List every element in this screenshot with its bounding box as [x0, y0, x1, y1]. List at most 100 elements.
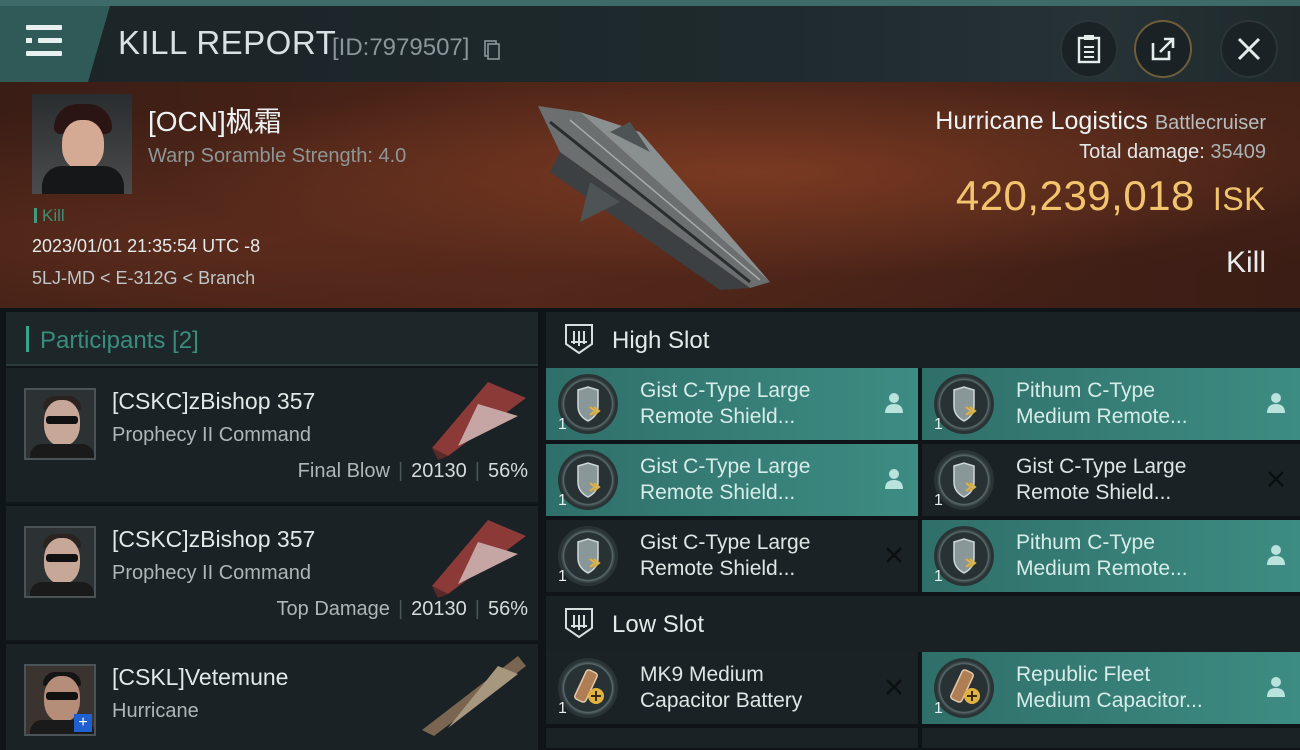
high-slot-title: High Slot [612, 327, 710, 354]
add-contact-icon[interactable]: + [74, 714, 92, 732]
high-slot-header: High Slot [546, 312, 1300, 368]
destroyed-x-icon [886, 679, 902, 695]
participant-role: Top Damage [276, 598, 390, 620]
participants-header[interactable]: Participants [2] [6, 312, 538, 366]
avatar[interactable] [24, 526, 96, 598]
participant-ship: Prophecy II Command [112, 424, 311, 446]
participant-name: [CSKC]zBishop 357 [112, 526, 316, 552]
module-item-partial[interactable] [922, 728, 1300, 748]
share-button[interactable] [1134, 20, 1192, 78]
participant-percent: 56% [487, 598, 528, 620]
participant-ship: Hurricane [112, 700, 199, 722]
total-damage-label: Total damage: [1079, 141, 1205, 163]
person-icon [1267, 677, 1285, 697]
capacitor-battery-icon [558, 658, 618, 718]
participant-ship-image [422, 656, 526, 736]
victim-name: [OCN]枫霜 [148, 106, 282, 137]
destroyed-x-icon [886, 547, 902, 563]
participants-label: Participants [2] [40, 327, 199, 354]
shield-booster-icon [558, 374, 618, 434]
module-name: Gist C-Type Large Remote Shield... [640, 455, 811, 504]
fitting-panel: High Slot 1 Gist C-Type Large Remote Shie… [546, 312, 1300, 750]
module-name: Republic Fleet Medium Capacitor... [1016, 663, 1203, 712]
person-icon [885, 393, 903, 413]
module-qty: 1 [558, 700, 567, 717]
low-slot-icon [565, 608, 593, 639]
person-icon [1267, 545, 1285, 565]
module-qty: 1 [558, 568, 567, 585]
module-qty: 1 [558, 492, 567, 509]
low-slot-grid: 1 MK9 Medium Capacitor Battery 1 Republic… [546, 652, 1300, 748]
total-damage-value: 35409 [1210, 141, 1266, 163]
module-qty: 1 [934, 700, 943, 717]
module-item[interactable]: 1 MK9 Medium Capacitor Battery [546, 652, 918, 724]
module-qty: 1 [934, 416, 943, 433]
top-bar: KILL REPORT [ID:7979507] [0, 0, 1300, 82]
shield-booster-icon [558, 526, 618, 586]
participant-row[interactable]: [CSKC]zBishop 357 Prophecy II Command To… [6, 506, 538, 642]
participant-row[interactable]: [CSKC]zBishop 357 Prophecy II Command Fi… [6, 368, 538, 504]
kill-location[interactable]: 5LJ-MD < E-312G < Branch [32, 268, 255, 289]
participant-name: [CSKL]Vetemune [112, 664, 289, 690]
isk-amount: 420,239,018 [955, 172, 1195, 219]
person-icon [1267, 393, 1285, 413]
module-item-partial[interactable] [546, 728, 918, 748]
low-slot-title: Low Slot [612, 611, 705, 638]
module-qty: 1 [558, 416, 567, 433]
kill-datetime: 2023/01/01 21:35:54 UTC -8 [32, 236, 261, 256]
participant-damage: 20130 [411, 460, 467, 482]
kill-tag: Kill [34, 206, 65, 226]
shield-booster-icon [934, 374, 994, 434]
warp-scramble-strength: Warp Soramble Strength: 4.0 [148, 145, 407, 167]
menu-icon [26, 25, 62, 30]
shield-booster-icon [558, 450, 618, 510]
person-icon [885, 469, 903, 489]
clipboard-icon [1077, 35, 1101, 64]
participant-stats: Final Blow | 20130 | 56% [297, 460, 528, 482]
participant-damage: 20130 [411, 598, 467, 620]
report-id: [ID:7979507] [332, 34, 470, 61]
clipboard-button[interactable] [1060, 20, 1118, 78]
module-item[interactable]: 1 Gist C-Type Large Remote Shield... [922, 444, 1300, 516]
module-qty: 1 [934, 568, 943, 585]
victim-ship-class: Battlecruiser [1154, 112, 1266, 134]
module-name: Pithum C-Type Medium Remote... [1016, 531, 1188, 580]
participants-panel: Participants [2] [CSKC]zBishop 357 Proph… [6, 312, 538, 750]
module-name: Gist C-Type Large Remote Shield... [1016, 455, 1187, 504]
isk-value: 420,239,018 ISK [956, 172, 1266, 220]
module-name: Gist C-Type Large Remote Shield... [640, 531, 811, 580]
module-item[interactable]: 1 Gist C-Type Large Remote Shield... [546, 520, 918, 592]
module-name: Pithum C-Type Medium Remote... [1016, 379, 1188, 428]
module-item[interactable]: 1 Republic Fleet Medium Capacitor... [922, 652, 1300, 724]
victim-ship: Hurricane Logistics Battlecruiser [935, 107, 1266, 136]
avatar[interactable] [24, 388, 96, 460]
participant-row[interactable]: + [CSKL]Vetemune Hurricane [6, 644, 538, 750]
module-name: MK9 Medium Capacitor Battery [640, 663, 803, 712]
low-slot-header: Low Slot [546, 596, 1300, 652]
module-name: Gist C-Type Large Remote Shield... [640, 379, 811, 428]
menu-button[interactable] [0, 6, 110, 82]
module-qty: 1 [934, 492, 943, 509]
participant-role: Final Blow [297, 460, 390, 482]
participant-ship-image [432, 520, 526, 598]
participant-ship: Prophecy II Command [112, 562, 311, 584]
share-icon [1151, 37, 1175, 61]
high-slot-icon [565, 324, 593, 355]
participant-stats: Top Damage | 20130 | 56% [276, 598, 528, 620]
module-item[interactable]: 1 Gist C-Type Large Remote Shield... [546, 444, 918, 516]
shield-booster-icon [934, 526, 994, 586]
victim-ship-image [538, 106, 770, 290]
participant-percent: 56% [487, 460, 528, 482]
victim-portrait[interactable] [32, 94, 132, 194]
module-item[interactable]: 1 Pithum C-Type Medium Remote... [922, 520, 1300, 592]
victim-ship-name: Hurricane Logistics [935, 107, 1148, 135]
module-item[interactable]: 1 Pithum C-Type Medium Remote... [922, 368, 1300, 440]
module-item[interactable]: 1 Gist C-Type Large Remote Shield... [546, 368, 918, 440]
total-damage: Total damage: 35409 [1079, 141, 1266, 164]
avatar[interactable]: + [24, 664, 96, 736]
high-slot-grid: 1 Gist C-Type Large Remote Shield... 1 Pi… [546, 368, 1300, 592]
copy-icon[interactable] [484, 40, 500, 60]
close-button[interactable] [1220, 20, 1278, 78]
isk-unit: ISK [1212, 181, 1266, 217]
participant-ship-image [432, 382, 526, 460]
